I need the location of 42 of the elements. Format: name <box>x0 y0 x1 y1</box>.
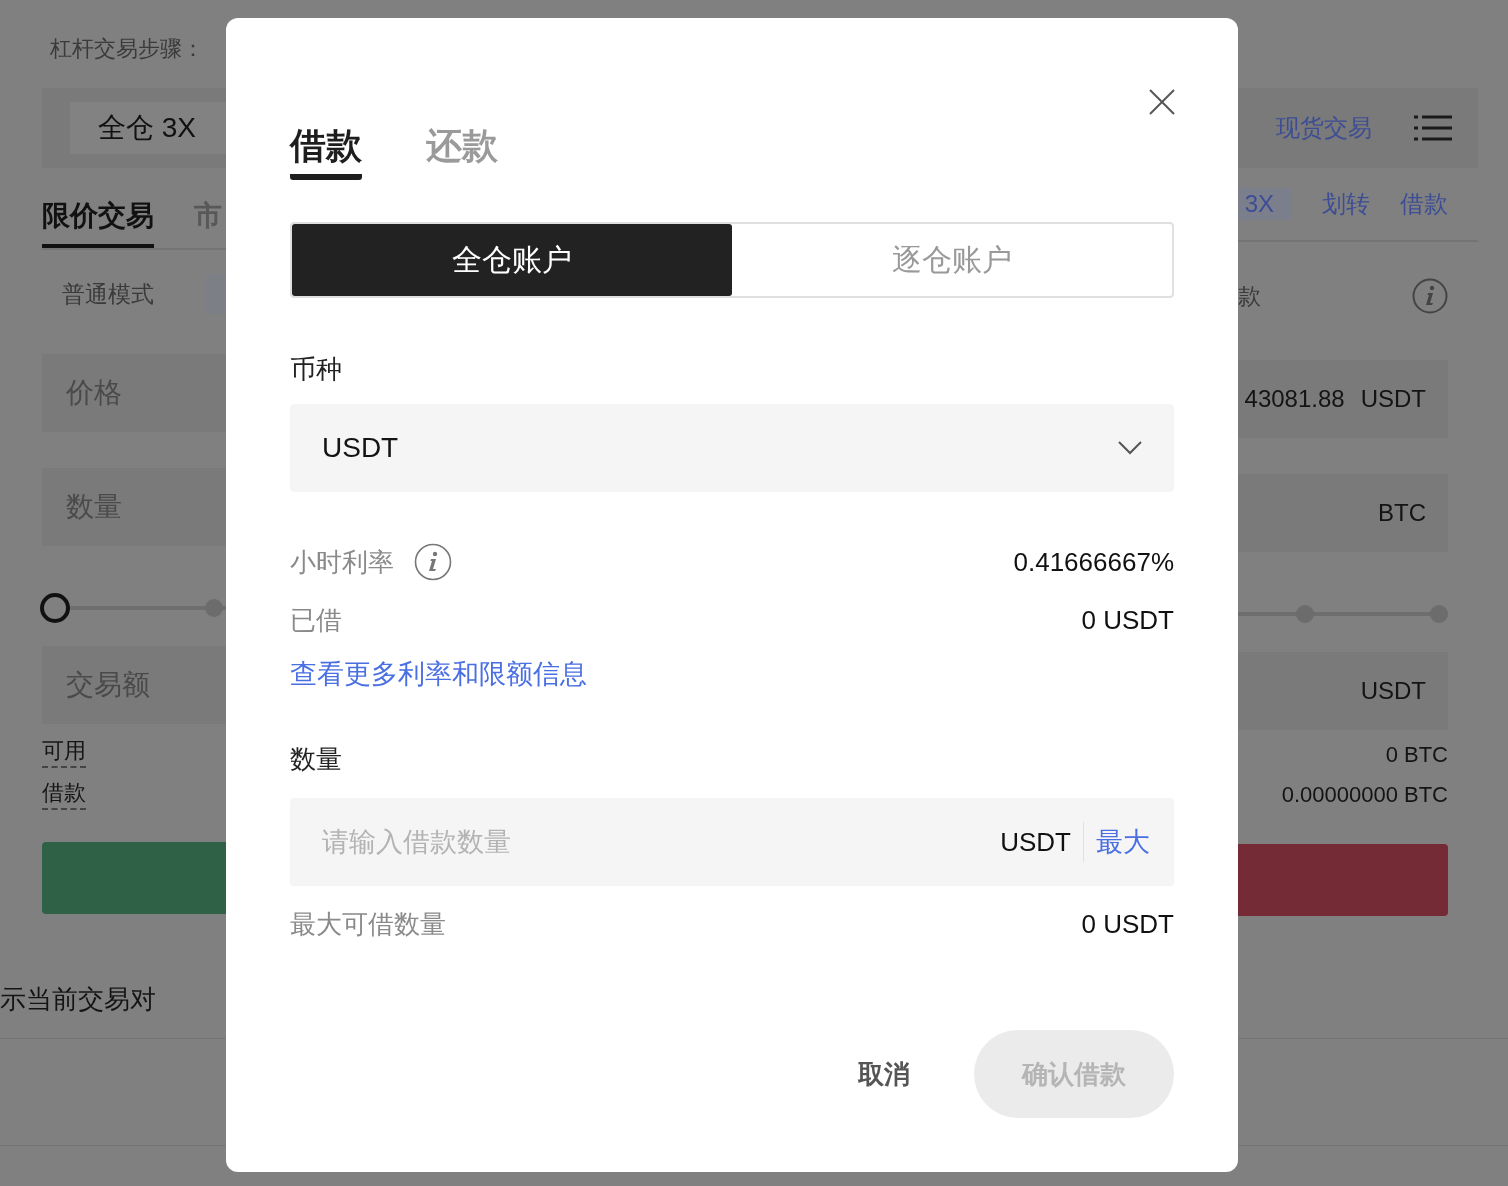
borrowed-label: 借款 <box>42 778 86 810</box>
max-borrow-label: 最大可借数量 <box>290 907 446 941</box>
row-value: 0 USDT <box>1081 604 1174 636</box>
amount-unit: BTC <box>1378 499 1426 527</box>
info-icon[interactable] <box>414 543 452 581</box>
currency-label: 币种 <box>290 353 343 386</box>
total-unit: USDT <box>1360 677 1426 705</box>
borrow-link[interactable]: 借款 <box>1400 188 1448 220</box>
borrow-label: 款 <box>1238 281 1261 311</box>
available-label: 可用 <box>42 736 86 768</box>
account-option[interactable]: 全仓账户 <box>292 224 732 296</box>
max-button[interactable]: 最大 <box>1096 824 1150 860</box>
price-value: 43081.88 <box>1244 385 1345 413</box>
transfer-link[interactable]: 划转 <box>1322 188 1370 220</box>
currency-select[interactable]: USDT <box>290 404 1174 492</box>
dialog-tab[interactable]: 还款 <box>426 118 498 180</box>
info-icon[interactable] <box>1412 278 1448 314</box>
menu-icon[interactable] <box>1414 115 1452 141</box>
unit-label: USDT <box>1000 826 1071 858</box>
max-borrow-value: 0 USDT <box>1081 908 1174 940</box>
mode-chip <box>206 274 226 314</box>
order-tab[interactable]: 限价交易 <box>42 188 154 248</box>
pair-note: 示当前交易对 <box>0 983 157 1016</box>
slider-thumb[interactable] <box>40 593 70 623</box>
spot-link[interactable]: 现货交易 <box>1276 112 1372 144</box>
amount-input[interactable]: 请输入借款数量 USDT 最大 <box>290 798 1174 886</box>
steps-label: 杠杆交易步骤： <box>50 35 205 63</box>
row-label: 小时利率 <box>290 545 394 579</box>
cancel-button[interactable]: 取消 <box>858 1056 910 1092</box>
account-option[interactable]: 逐仓账户 <box>732 224 1172 296</box>
row-value: 0.41666667% <box>1013 546 1174 578</box>
amount-label: 数量 <box>290 743 343 776</box>
chevron-down-icon <box>1118 441 1142 455</box>
close-icon[interactable] <box>1149 89 1175 115</box>
available-value: 0 BTC <box>1384 742 1449 768</box>
row-label: 已借 <box>290 603 342 637</box>
borrowed-value: 0.00000000 BTC <box>1280 782 1449 808</box>
mode-label: 普通模式 <box>62 279 154 309</box>
price-unit: USDT <box>1360 385 1426 413</box>
margin-mode-button[interactable]: 全仓 3X <box>70 102 226 154</box>
dialog-tab[interactable]: 借款 <box>290 118 362 180</box>
more-info-link[interactable]: 查看更多利率和限额信息 <box>290 656 587 692</box>
